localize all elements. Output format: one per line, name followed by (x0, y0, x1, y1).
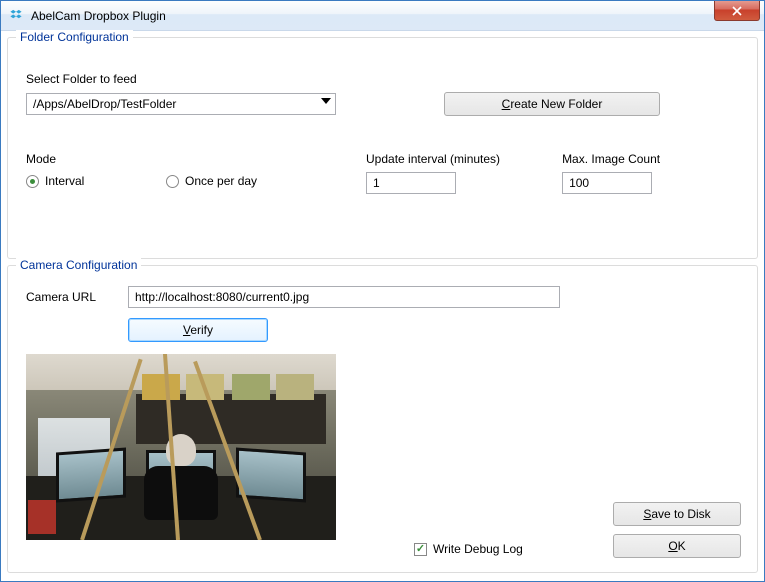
max-image-count-label: Max. Image Count (562, 152, 660, 166)
select-folder-label: Select Folder to feed (26, 72, 745, 86)
mode-label: Mode (26, 152, 166, 166)
update-interval-label: Update interval (minutes) (366, 152, 500, 166)
dialog-window: AbelCam Dropbox Plugin Folder Configurat… (0, 0, 765, 582)
camera-url-input[interactable] (128, 286, 560, 308)
mode-interval-radio[interactable]: Interval (26, 174, 166, 188)
chevron-down-icon (321, 98, 331, 104)
ok-button[interactable]: OK (613, 534, 741, 558)
close-button[interactable] (714, 1, 760, 21)
create-new-folder-button[interactable]: Create New Folder (444, 92, 660, 116)
folder-select-combo[interactable]: /Apps/AbelDrop/TestFolder (26, 93, 336, 115)
camera-config-group: Camera Configuration Camera URL Verify (7, 265, 758, 573)
write-debug-log-checkbox[interactable]: Write Debug Log (414, 542, 523, 556)
mode-once-label: Once per day (185, 174, 257, 188)
mode-once-per-day-radio[interactable]: Once per day (166, 174, 306, 188)
camera-url-label: Camera URL (26, 290, 128, 304)
write-debug-log-label: Write Debug Log (433, 542, 523, 556)
checkbox-icon (414, 543, 427, 556)
folder-config-legend: Folder Configuration (16, 30, 133, 44)
camera-preview-image (26, 354, 336, 540)
folder-select-value: /Apps/AbelDrop/TestFolder (33, 97, 176, 111)
folder-config-group: Folder Configuration Select Folder to fe… (7, 37, 758, 259)
radio-icon (166, 175, 179, 188)
mode-interval-label: Interval (45, 174, 84, 188)
app-icon (9, 8, 25, 24)
verify-button[interactable]: Verify (128, 318, 268, 342)
save-to-disk-button[interactable]: Save to Disk (613, 502, 741, 526)
window-title: AbelCam Dropbox Plugin (31, 9, 714, 23)
create-folder-label-rest: reate New Folder (510, 97, 602, 111)
max-image-count-input[interactable] (562, 172, 652, 194)
radio-icon (26, 175, 39, 188)
camera-config-legend: Camera Configuration (16, 258, 141, 272)
update-interval-input[interactable] (366, 172, 456, 194)
dialog-content: Folder Configuration Select Folder to fe… (1, 31, 764, 581)
titlebar[interactable]: AbelCam Dropbox Plugin (1, 1, 764, 31)
